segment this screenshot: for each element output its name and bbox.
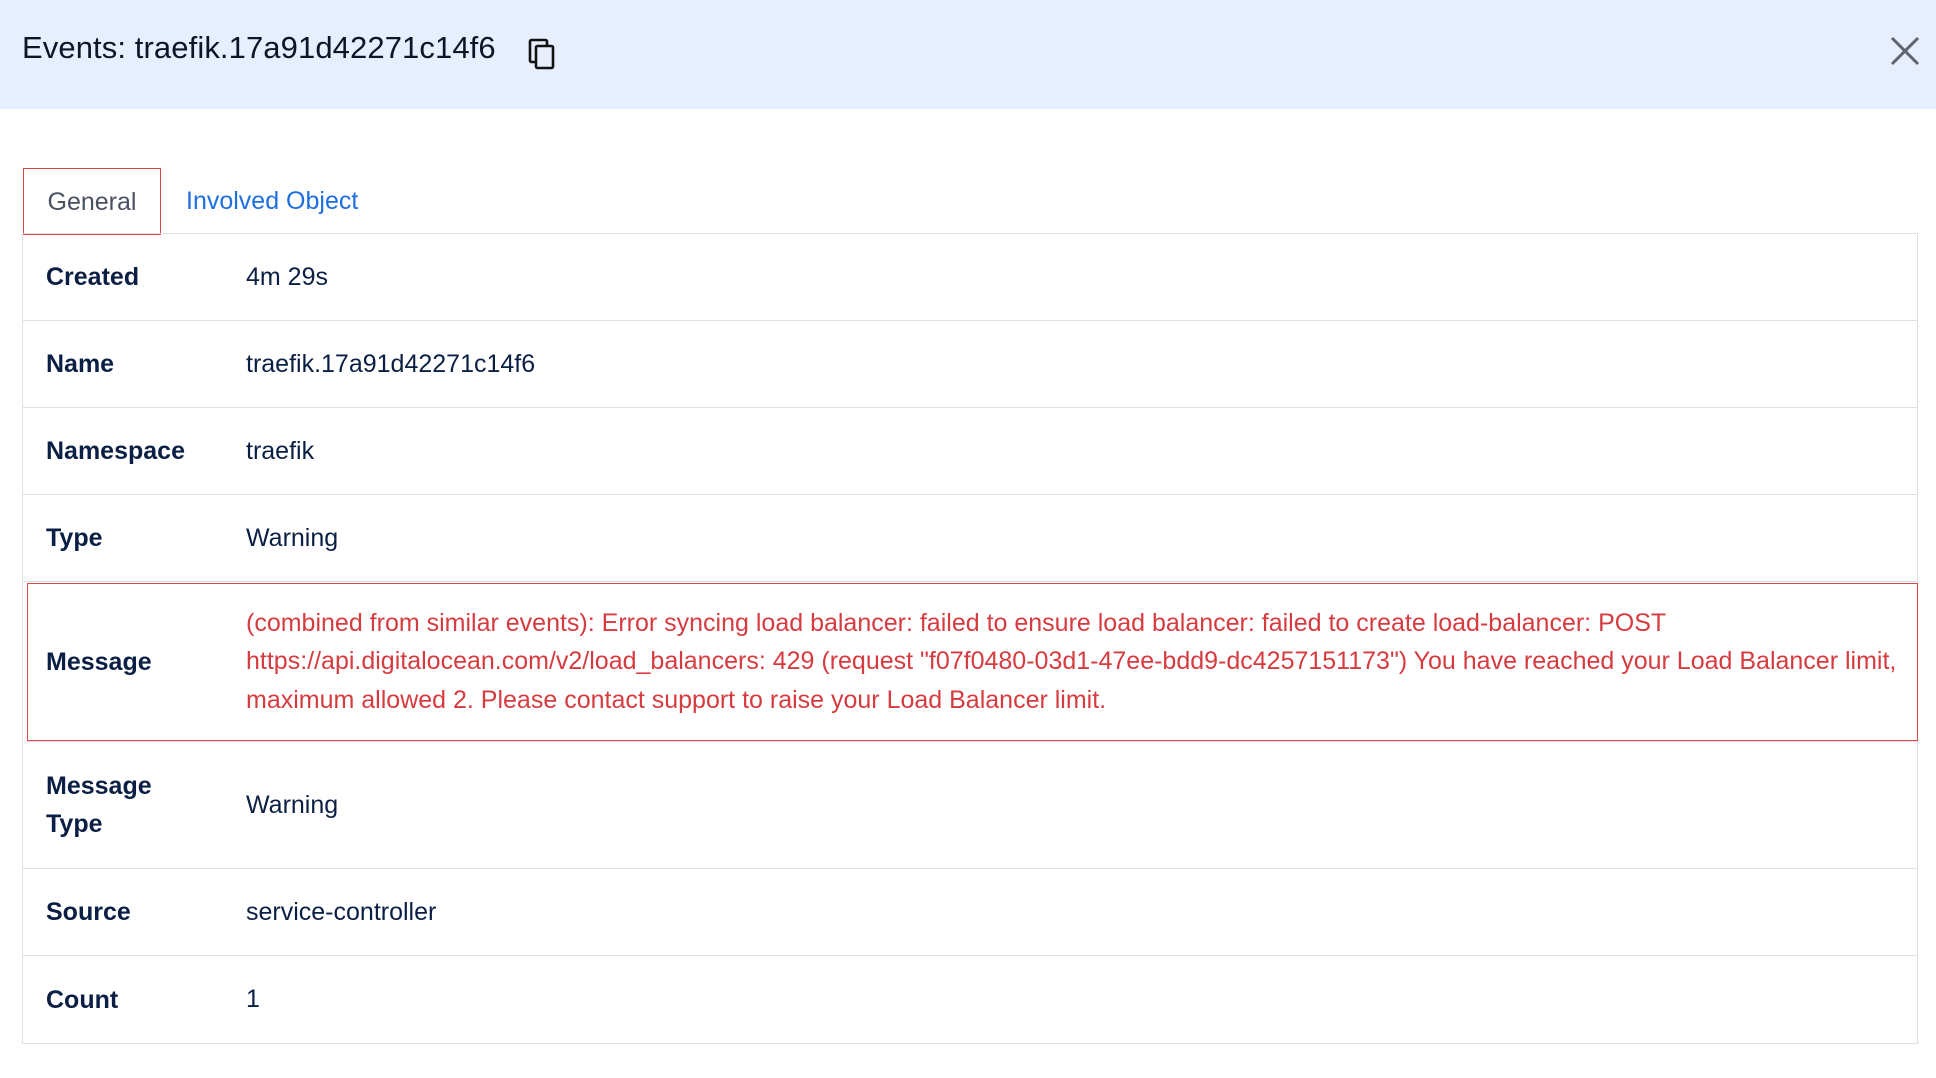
detail-row-message-type: Message Type Warning [23,742,1917,869]
close-icon-glyph [1890,36,1920,66]
detail-row-source: Source service-controller [23,869,1917,956]
detail-row-created: Created 4m 29s [23,234,1917,321]
copy-icon-glyph [528,38,555,70]
detail-row-namespace: Namespace traefik [23,408,1917,495]
detail-label: Name [46,350,115,378]
detail-value: traefik [246,436,315,465]
detail-value: 4m 29s [246,262,328,291]
detail-value: service-controller [246,897,437,926]
detail-label: Message [46,647,152,676]
tab-involved-object[interactable]: Involved Object [186,168,358,235]
detail-label: Count [46,985,119,1014]
detail-value: Warning [246,790,339,819]
detail-row-type: Type Warning [23,495,1917,582]
tab-general[interactable]: General [23,168,161,235]
detail-label: Type [46,524,103,552]
detail-row-count: Count 1 [23,956,1917,1043]
detail-value: (combined from similar events): Error sy… [246,608,1897,714]
detail-row-message: Message (combined from similar events): … [26,582,1919,742]
detail-value: traefik.17a91d42271c14f6 [246,349,536,378]
detail-row-name: Name traefik.17a91d42271c14f6 [23,321,1917,408]
detail-label: Namespace [46,437,185,465]
dialog-title: Events: traefik.17a91d42271c14f6 [22,30,496,65]
detail-label: Message Type [46,772,152,838]
detail-value: 1 [246,985,260,1014]
detail-value: Warning [246,523,339,552]
detail-label: Created [46,263,140,291]
close-icon[interactable] [1888,34,1922,68]
detail-label: Source [46,898,131,926]
dialog-header: Events: traefik.17a91d42271c14f6 [0,0,1936,109]
details-table: Created 4m 29s Name traefik.17a91d42271c… [22,233,1919,1044]
copy-icon[interactable] [526,36,560,72]
